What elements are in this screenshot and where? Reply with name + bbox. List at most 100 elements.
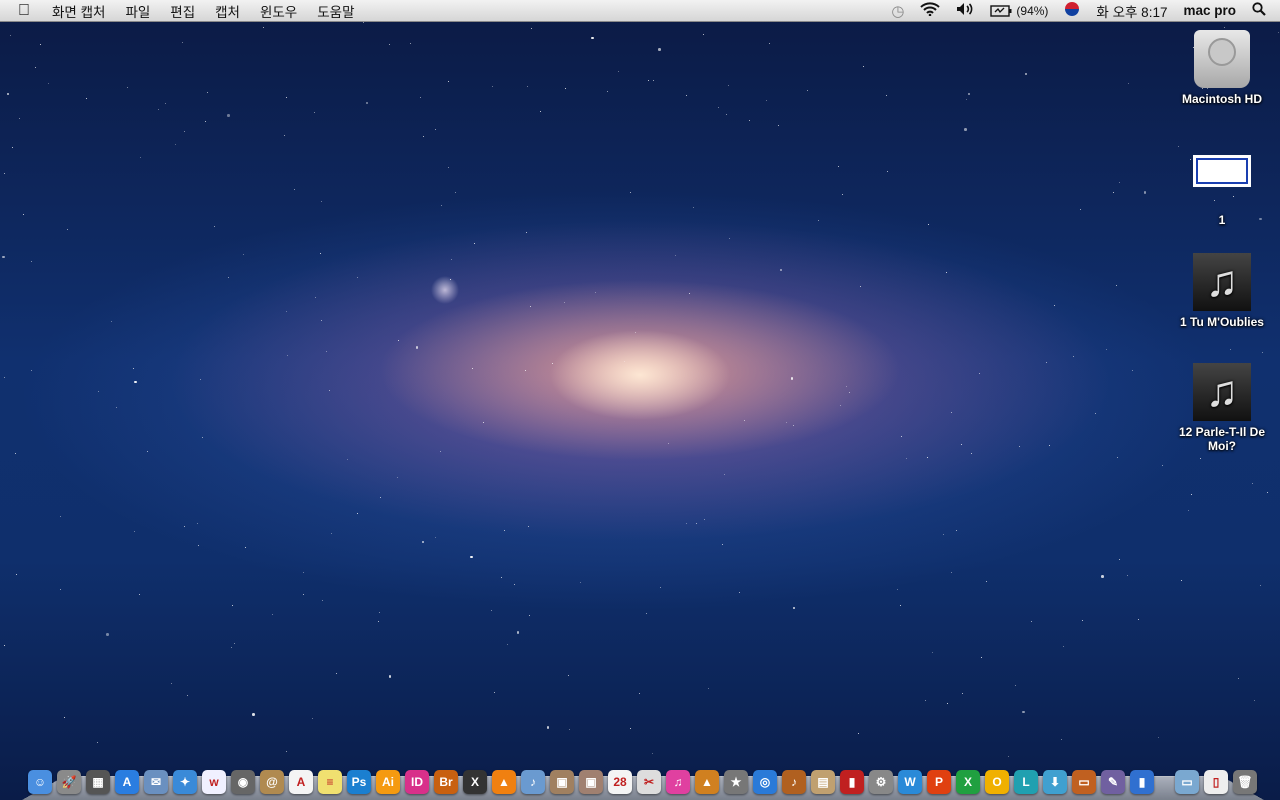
dock-itunes-icon[interactable]: ♫ (666, 770, 690, 794)
star (482, 421, 484, 423)
dock-downloader-icon[interactable]: ⬇ (1043, 770, 1067, 794)
dock-address-book-icon[interactable]: @ (260, 770, 284, 794)
star (721, 544, 723, 546)
star (552, 362, 554, 364)
star (214, 225, 216, 227)
dock-iphoto-icon[interactable]: ▲ (695, 770, 719, 794)
dock-vlc-icon[interactable]: ▲ (492, 770, 516, 794)
dock-acrobat-icon[interactable]: A (289, 770, 313, 794)
star (860, 286, 862, 288)
dock-stickies-icon[interactable]: ≡ (318, 770, 342, 794)
star (717, 107, 719, 109)
dock-bridge-icon[interactable]: Br (434, 770, 458, 794)
dock-applications-folder-icon[interactable]: ▭ (1175, 770, 1199, 794)
star (529, 615, 531, 617)
star (1030, 621, 1032, 623)
dock-keynote-icon[interactable]: ▭ (1072, 770, 1096, 794)
dock-preview-icon[interactable]: ✉ (144, 770, 168, 794)
star (378, 611, 380, 613)
desktop-icon-macintosh-hd[interactable]: Macintosh HD (1172, 30, 1272, 106)
dock-pages-icon[interactable]: ▤ (811, 770, 835, 794)
dock-illustrator-icon[interactable]: Ai (376, 770, 400, 794)
star (849, 391, 850, 393)
star (765, 100, 767, 102)
dock-app-store-icon[interactable]: A (115, 770, 139, 794)
desktop-icon-1[interactable]: 1 (1172, 155, 1272, 227)
dock-lync-icon[interactable]: L (1014, 770, 1038, 794)
dock-finder-icon[interactable]: ☺ (28, 770, 52, 794)
star (685, 522, 687, 524)
dock-indesign-icon[interactable]: ID (405, 770, 429, 794)
dock-documents-icon[interactable]: ▯ (1204, 770, 1228, 794)
star (595, 291, 597, 293)
dock-system-preferences-icon[interactable]: ⚙ (869, 770, 893, 794)
dock-script-editor-icon[interactable]: ✎ (1101, 770, 1125, 794)
desktop-icon-parle-t-il[interactable]: ♫ 12 Parle-T-Il De Moi? (1172, 363, 1272, 453)
star (658, 48, 661, 51)
star (1199, 458, 1201, 460)
user-name-menu[interactable]: mac pro (1175, 3, 1244, 18)
star (365, 101, 368, 105)
battery-status[interactable]: (94%) (982, 4, 1056, 18)
star (887, 171, 889, 173)
desktop-icon-tu-moublies[interactable]: ♫ 1 Tu M'Oublies (1172, 253, 1272, 329)
star (420, 97, 421, 99)
star (951, 412, 953, 414)
volume-icon[interactable] (948, 2, 982, 19)
dock-excel-icon[interactable]: X (956, 770, 980, 794)
clock[interactable]: 화 오후 8:17 (1088, 1, 1175, 21)
dock-outlook-icon[interactable]: O (985, 770, 1009, 794)
dock-powerpoint-icon[interactable]: P (927, 770, 951, 794)
star (202, 436, 204, 438)
menu-help[interactable]: 도움말 (307, 1, 364, 21)
star (675, 255, 677, 257)
dock-photo-booth-icon[interactable]: ▮ (840, 770, 864, 794)
input-source-flag-icon[interactable] (1056, 1, 1088, 20)
dock-garageband-icon[interactable]: ♪ (782, 770, 806, 794)
dock-directory-utility-icon[interactable]: ✂ (637, 770, 661, 794)
star (897, 588, 899, 590)
dock-facetime-icon[interactable]: ◉ (231, 770, 255, 794)
menu-file[interactable]: 파일 (115, 1, 160, 21)
menu-edit[interactable]: 편집 (160, 1, 205, 21)
dock-calendar-icon[interactable]: 28 (608, 770, 632, 794)
dock-installer-1-icon[interactable]: ▣ (550, 770, 574, 794)
star (1015, 685, 1017, 687)
dock-crossover-icon[interactable]: X (463, 770, 487, 794)
menu-capture[interactable]: 캡처 (205, 1, 250, 21)
menu-window[interactable]: 윈도우 (250, 1, 307, 21)
star (1119, 558, 1121, 560)
dock-wacom-icon[interactable]: w (202, 770, 226, 794)
dock-safari-icon[interactable]: ✦ (173, 770, 197, 794)
spotlight-icon[interactable] (1244, 2, 1280, 19)
dock-mission-control-icon[interactable]: ▦ (86, 770, 110, 794)
time-machine-icon[interactable]: ◷ (883, 2, 912, 20)
star (319, 252, 321, 254)
apple-menu-icon[interactable]:  (0, 2, 42, 20)
star (708, 688, 710, 690)
dock-launchpad-icon[interactable]: 🚀 (57, 770, 81, 794)
star (1253, 699, 1255, 701)
star (1190, 493, 1192, 495)
dock-installer-2-icon[interactable]: ▣ (579, 770, 603, 794)
music-file-icon: ♫ (1193, 363, 1251, 421)
menu-app-name[interactable]: 화면 캡처 (42, 1, 115, 21)
star (336, 673, 338, 675)
star (1116, 456, 1118, 458)
wifi-icon[interactable] (912, 2, 948, 19)
dock-trash-icon[interactable]: 🗑 (1233, 770, 1257, 794)
menu-bar:  화면 캡처 파일 편집 캡처 윈도우 도움말 ◷ (94%) 화 오후 8:… (0, 0, 1280, 22)
star (695, 522, 697, 524)
dock-utility-icon[interactable]: ♪ (521, 770, 545, 794)
star (768, 42, 770, 44)
dock-dvd-player-icon[interactable]: ◎ (753, 770, 777, 794)
dock-imovie-icon[interactable]: ★ (724, 770, 748, 794)
dock-word-icon[interactable]: W (898, 770, 922, 794)
star (2, 255, 5, 259)
star (96, 741, 98, 743)
dock-numbers-icon[interactable]: ▮ (1130, 770, 1154, 794)
dock-photoshop-icon[interactable]: Ps (347, 770, 371, 794)
star (777, 125, 779, 127)
star (3, 644, 5, 646)
star (786, 421, 788, 423)
